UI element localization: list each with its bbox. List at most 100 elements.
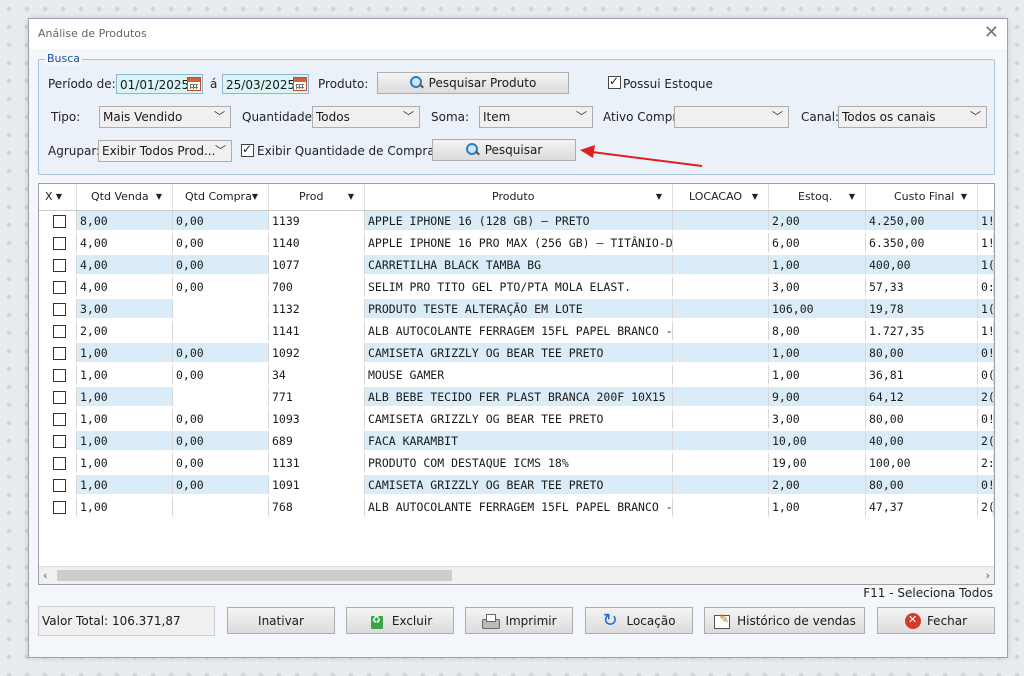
agrupar-select[interactable]: Exibir Todos Prod... ﹀	[98, 140, 232, 162]
row-checkbox[interactable]	[53, 369, 66, 382]
sort-arrow-icon[interactable]: ▼	[56, 184, 62, 210]
column-header-label: X	[45, 190, 53, 203]
ativo-compra-label: Ativo Compra	[603, 110, 685, 124]
sort-arrow-icon[interactable]: ▼	[849, 184, 855, 210]
cell-qtd-venda: 1,00	[77, 387, 173, 407]
tipo-select[interactable]: Mais Vendido ﹀	[99, 106, 231, 128]
column-header-qtd-compra[interactable]: Qtd Compra ▼	[173, 184, 269, 210]
cell-locacao	[673, 497, 769, 517]
table-row[interactable]: 1,00 0,00 689 FACA KARAMBIT 10,00 40,00 2(	[39, 430, 994, 452]
row-checkbox[interactable]	[53, 325, 66, 338]
column-header-locacao[interactable]: LOCACAO ▼	[673, 184, 769, 210]
cell-estoq: 3,00	[769, 409, 866, 429]
table-row[interactable]: 2,00 1141 ALB AUTOCOLANTE FERRAGEM 15FL PA…	[39, 320, 994, 342]
table-row[interactable]: 1,00 771 ALB BEBE TECIDO FER PLAST BRANCA …	[39, 386, 994, 408]
select-cell	[39, 365, 77, 385]
horizontal-scrollbar[interactable]: ‹ ›	[39, 566, 994, 584]
table-row[interactable]: 8,00 0,00 1139 APPLE IPHONE 16 (128 GB) – P…	[39, 210, 994, 232]
sort-arrow-icon[interactable]: ▼	[348, 184, 354, 210]
cell-qtd-compra	[173, 497, 269, 517]
table-row[interactable]: 1,00 0,00 1091 CAMISETA GRIZZLY OG BEAR TEE…	[39, 474, 994, 496]
table-row[interactable]: 1,00 768 ALB AUTOCOLANTE FERRAGEM 15FL PAP…	[39, 496, 994, 518]
cell-locacao	[673, 321, 769, 341]
table-row[interactable]: 1,00 0,00 1131 PRODUTO COM DESTAQUE ICMS 18…	[39, 452, 994, 474]
row-checkbox[interactable]	[53, 347, 66, 360]
column-header-qtd-venda[interactable]: Qtd Venda ▼	[77, 184, 173, 210]
scroll-left-icon[interactable]: ‹	[43, 567, 47, 584]
table-row[interactable]: 1,00 0,00 34 MOUSE GAMER 1,00 36,81 0(	[39, 364, 994, 386]
cell-qtd-compra	[173, 299, 269, 319]
row-checkbox[interactable]	[53, 237, 66, 250]
cell-extra: 0(	[978, 365, 994, 385]
select-cell	[39, 387, 77, 407]
row-checkbox[interactable]	[53, 413, 66, 426]
periodo-label: Período de:	[48, 77, 116, 91]
column-header-custo-final[interactable]: Custo Final ▼	[866, 184, 978, 210]
pesquisar-button[interactable]: Pesquisar	[432, 139, 576, 161]
calendar-icon[interactable]	[187, 77, 201, 91]
possui-estoque-checkbox[interactable]	[608, 74, 621, 89]
exibir-qtd-compra-checkbox[interactable]	[241, 142, 254, 157]
cell-custo: 4.250,00	[866, 211, 978, 231]
row-checkbox[interactable]	[53, 215, 66, 228]
row-checkbox[interactable]	[53, 457, 66, 470]
cell-locacao	[673, 233, 769, 253]
column-header-estoq[interactable]: Estoq. ▼	[769, 184, 866, 210]
table-row[interactable]: 4,00 0,00 1077 CARRETILHA BLACK TAMBA BG 1,0…	[39, 254, 994, 276]
excluir-button[interactable]: Excluir	[346, 607, 454, 634]
soma-select[interactable]: Item ﹀	[479, 106, 593, 128]
sort-arrow-icon[interactable]: ▼	[656, 184, 662, 210]
cell-estoq: 2,00	[769, 211, 866, 231]
sort-arrow-icon[interactable]: ▼	[156, 184, 162, 210]
search-icon	[409, 76, 424, 90]
column-header-prod[interactable]: Prod ▼	[269, 184, 365, 210]
select-cell	[39, 497, 77, 517]
cell-extra: 0!	[978, 475, 994, 495]
row-checkbox[interactable]	[53, 391, 66, 404]
row-checkbox[interactable]	[53, 303, 66, 316]
sort-arrow-icon[interactable]: ▼	[252, 184, 258, 210]
calendar-icon[interactable]	[293, 77, 307, 91]
imprimir-button[interactable]: Imprimir	[465, 607, 573, 634]
window-title: Análise de Produtos	[38, 27, 147, 40]
date-to-field[interactable]: 25/03/2025	[222, 74, 309, 94]
inativar-button[interactable]: Inativar	[227, 607, 335, 634]
column-header-x[interactable]: X ▼	[39, 184, 77, 210]
table-row[interactable]: 4,00 0,00 700 SELIM PRO TITO GEL PTO/PTA MO…	[39, 276, 994, 298]
scroll-right-icon[interactable]: ›	[986, 567, 990, 584]
sort-arrow-icon[interactable]: ▼	[752, 184, 758, 210]
locacao-button[interactable]: Locação	[585, 607, 693, 634]
cell-extra: 0!	[978, 409, 994, 429]
row-checkbox[interactable]	[53, 435, 66, 448]
select-cell	[39, 299, 77, 319]
sync-icon	[602, 610, 620, 631]
table-row[interactable]: 4,00 0,00 1140 APPLE IPHONE 16 PRO MAX (256…	[39, 232, 994, 254]
cell-custo: 57,33	[866, 277, 978, 297]
cell-qtd-venda: 1,00	[77, 497, 173, 517]
chevron-down-icon: ﹀	[576, 110, 587, 123]
column-header-produto[interactable]: Produto ▼	[365, 184, 673, 210]
cell-qtd-compra	[173, 387, 269, 407]
select-cell	[39, 453, 77, 473]
row-checkbox[interactable]	[53, 501, 66, 514]
fechar-button[interactable]: Fechar	[877, 607, 995, 634]
canal-select[interactable]: Todos os canais ﹀	[838, 106, 987, 128]
quantidade-label: Quantidade:	[242, 110, 317, 124]
pesquisar-produto-button[interactable]: Pesquisar Produto	[377, 72, 569, 94]
row-checkbox[interactable]	[53, 259, 66, 272]
search-icon	[465, 143, 480, 157]
row-checkbox[interactable]	[53, 281, 66, 294]
historico-vendas-button[interactable]: Histórico de vendas	[704, 607, 865, 634]
date-from-field[interactable]: 01/01/2025	[116, 74, 203, 94]
table-row[interactable]: 1,00 0,00 1092 CAMISETA GRIZZLY OG BEAR TEE…	[39, 342, 994, 364]
scrollbar-thumb[interactable]	[57, 570, 452, 581]
table-row[interactable]: 3,00 1132 PRODUTO TESTE ALTERAÇÃO EM LOTE 1…	[39, 298, 994, 320]
sort-arrow-icon[interactable]: ▼	[961, 184, 967, 210]
table-row[interactable]: 1,00 0,00 1093 CAMISETA GRIZZLY OG BEAR TEE…	[39, 408, 994, 430]
cell-custo: 40,00	[866, 431, 978, 451]
cell-qtd-venda: 1,00	[77, 475, 173, 495]
row-checkbox[interactable]	[53, 479, 66, 492]
close-icon[interactable]: ✕	[984, 22, 999, 43]
quantidade-select[interactable]: Todos ﹀	[312, 106, 420, 128]
ativo-compra-select[interactable]: ﹀	[674, 106, 789, 128]
